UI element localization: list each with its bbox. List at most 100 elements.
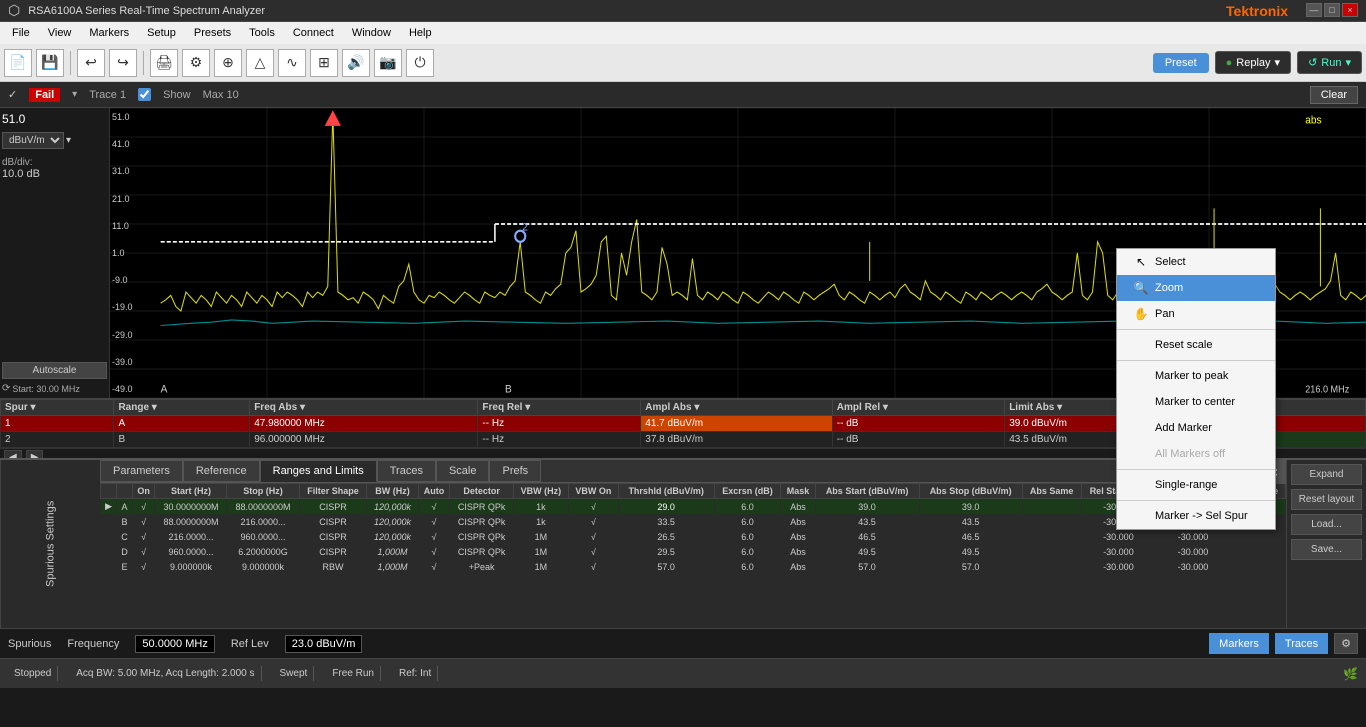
table-row[interactable]: E √ 9.000000k 9.000000k RBW 1,000M √ +Pe… bbox=[101, 560, 1286, 575]
frequency-value[interactable]: 50.0000 MHz bbox=[135, 635, 214, 653]
col-start[interactable]: Start (Hz) bbox=[155, 484, 227, 499]
reset-layout-button[interactable]: Reset layout bbox=[1291, 489, 1362, 510]
load-button[interactable]: Load... bbox=[1291, 514, 1362, 535]
tab-ranges-limits[interactable]: Ranges and Limits bbox=[260, 460, 377, 482]
ref-lev-value[interactable]: 23.0 dBuV/m bbox=[285, 635, 363, 653]
unit-select[interactable]: dBuV/m dBm dBV bbox=[2, 132, 64, 149]
spurious-text: Spurious bbox=[8, 638, 51, 650]
speaker-button[interactable]: 🔊 bbox=[342, 49, 370, 77]
wave-button[interactable]: ∿ bbox=[278, 49, 306, 77]
col-thrshld[interactable]: Thrshld (dBuV/m) bbox=[618, 484, 714, 499]
menu-connect[interactable]: Connect bbox=[285, 25, 342, 41]
col-abs-same[interactable]: Abs Same bbox=[1022, 484, 1081, 499]
col-detector[interactable]: Detector bbox=[450, 484, 513, 499]
gear-button[interactable]: ⚙ bbox=[1334, 633, 1358, 654]
cell-detector: CISPR QPk bbox=[450, 545, 513, 560]
ctx-pan[interactable]: ✋ Pan bbox=[1117, 301, 1275, 327]
tab-parameters[interactable]: Parameters bbox=[100, 460, 183, 482]
menu-window[interactable]: Window bbox=[344, 25, 399, 41]
table-row[interactable]: ▶ A √ 30.0000000M 88.0000000M CISPR 120,… bbox=[101, 499, 1286, 515]
col-abs-stop[interactable]: Abs Stop (dBuV/m) bbox=[919, 484, 1022, 499]
minimize-button[interactable]: — bbox=[1306, 3, 1322, 17]
menu-file[interactable]: File bbox=[4, 25, 38, 41]
col-freq-abs[interactable]: Freq Abs ▾ bbox=[250, 400, 478, 416]
ctx-marker-sel-spur[interactable]: Marker -> Sel Spur bbox=[1117, 503, 1275, 529]
ctx-reset-scale[interactable]: Reset scale bbox=[1117, 332, 1275, 358]
cell-on: √ bbox=[132, 515, 155, 530]
ranges-table-wrap[interactable]: On Start (Hz) Stop (Hz) Filter Shape BW … bbox=[100, 483, 1286, 628]
preset-button[interactable]: Preset bbox=[1153, 53, 1209, 73]
col-vbw[interactable]: VBW (Hz) bbox=[513, 484, 568, 499]
peak-button[interactable]: △ bbox=[246, 49, 274, 77]
start-freq-label: Start: 30.00 MHz bbox=[12, 384, 80, 394]
cell-on: √ bbox=[132, 530, 155, 545]
status-stopped: Stopped bbox=[8, 666, 58, 681]
col-filter[interactable]: Filter Shape bbox=[299, 484, 367, 499]
power-button[interactable]: ⏻ bbox=[406, 49, 434, 77]
col-stop[interactable]: Stop (Hz) bbox=[227, 484, 299, 499]
save-button[interactable]: 💾 bbox=[36, 49, 64, 77]
ctx-marker-center[interactable]: Marker to center bbox=[1117, 389, 1275, 415]
maximize-button[interactable]: □ bbox=[1324, 3, 1340, 17]
print-button[interactable]: 🖨 bbox=[150, 49, 178, 77]
table-row[interactable]: D √ 960.0000... 6.2000000G CISPR 1,000M … bbox=[101, 545, 1286, 560]
col-ampl-abs[interactable]: Ampl Abs ▾ bbox=[641, 400, 833, 416]
col-excrsn[interactable]: Excrsn (dB) bbox=[714, 484, 781, 499]
cell-filter: RBW bbox=[299, 560, 367, 575]
ctx-zoom[interactable]: 🔍 Zoom bbox=[1117, 275, 1275, 301]
run-label: Run bbox=[1321, 57, 1341, 69]
menu-markers[interactable]: Markers bbox=[81, 25, 137, 41]
undo-button[interactable]: ↩ bbox=[77, 49, 105, 77]
col-spur[interactable]: Spur ▾ bbox=[1, 400, 114, 416]
expand-button[interactable]: Expand bbox=[1291, 464, 1362, 485]
table-row[interactable]: C √ 216.0000... 960.0000... CISPR 120,00… bbox=[101, 530, 1286, 545]
markers-button[interactable]: Markers bbox=[1209, 633, 1269, 654]
table-prev-button[interactable]: ◀ bbox=[4, 450, 22, 458]
ctx-add-marker[interactable]: Add Marker bbox=[1117, 415, 1275, 441]
status-leaf-icon: 🌿 bbox=[1343, 667, 1358, 681]
col-auto[interactable]: Auto bbox=[418, 484, 450, 499]
tab-traces[interactable]: Traces bbox=[377, 460, 436, 482]
col-mask[interactable]: Mask bbox=[781, 484, 815, 499]
cell-thrshld[interactable]: 29.0 bbox=[618, 499, 714, 515]
run-button[interactable]: ↺ Run ▾ bbox=[1297, 51, 1362, 74]
cell-mask: Abs bbox=[781, 560, 815, 575]
traces-button[interactable]: Traces bbox=[1275, 633, 1328, 654]
marker-spur-icon bbox=[1133, 508, 1149, 524]
ctx-pan-label: Pan bbox=[1155, 308, 1175, 320]
col-bw[interactable]: BW (Hz) bbox=[367, 484, 418, 499]
col-abs-start[interactable]: Abs Start (dBuV/m) bbox=[815, 484, 919, 499]
ctx-select[interactable]: ↖ Select bbox=[1117, 249, 1275, 275]
show-checkbox[interactable] bbox=[138, 88, 151, 101]
new-button[interactable]: 📄 bbox=[4, 49, 32, 77]
redo-button[interactable]: ↪ bbox=[109, 49, 137, 77]
table-row[interactable]: B √ 88.0000000M 216.0000... CISPR 120,00… bbox=[101, 515, 1286, 530]
save-button[interactable]: Save... bbox=[1291, 539, 1362, 560]
tab-scale[interactable]: Scale bbox=[436, 460, 490, 482]
menu-help[interactable]: Help bbox=[401, 25, 440, 41]
cell-thrshld: 29.5 bbox=[618, 545, 714, 560]
menu-tools[interactable]: Tools bbox=[241, 25, 283, 41]
marker-button[interactable]: ⊕ bbox=[214, 49, 242, 77]
ctx-marker-peak[interactable]: Marker to peak bbox=[1117, 363, 1275, 389]
cursor-button[interactable]: ⊞ bbox=[310, 49, 338, 77]
col-ampl-rel[interactable]: Ampl Rel ▾ bbox=[832, 400, 1004, 416]
menu-presets[interactable]: Presets bbox=[186, 25, 239, 41]
table-next-button[interactable]: ▶ bbox=[26, 450, 44, 458]
menu-view[interactable]: View bbox=[40, 25, 80, 41]
autoscale-button[interactable]: Autoscale bbox=[2, 362, 107, 379]
tab-reference[interactable]: Reference bbox=[183, 460, 260, 482]
clear-button[interactable]: Clear bbox=[1310, 86, 1358, 104]
col-on[interactable]: On bbox=[132, 484, 155, 499]
menu-setup[interactable]: Setup bbox=[139, 25, 184, 41]
col-range[interactable]: Range ▾ bbox=[114, 400, 250, 416]
settings-button[interactable]: ⚙ bbox=[182, 49, 210, 77]
camera-button[interactable]: 📷 bbox=[374, 49, 402, 77]
tab-prefs[interactable]: Prefs bbox=[489, 460, 541, 482]
ctx-single-range[interactable]: Single-range bbox=[1117, 472, 1275, 498]
col-vbw-on[interactable]: VBW On bbox=[568, 484, 618, 499]
col-freq-rel[interactable]: Freq Rel ▾ bbox=[478, 400, 641, 416]
replay-button[interactable]: ● Replay ▾ bbox=[1215, 51, 1291, 74]
close-button[interactable]: × bbox=[1342, 3, 1358, 17]
cell-bw: 1,000M bbox=[367, 545, 418, 560]
